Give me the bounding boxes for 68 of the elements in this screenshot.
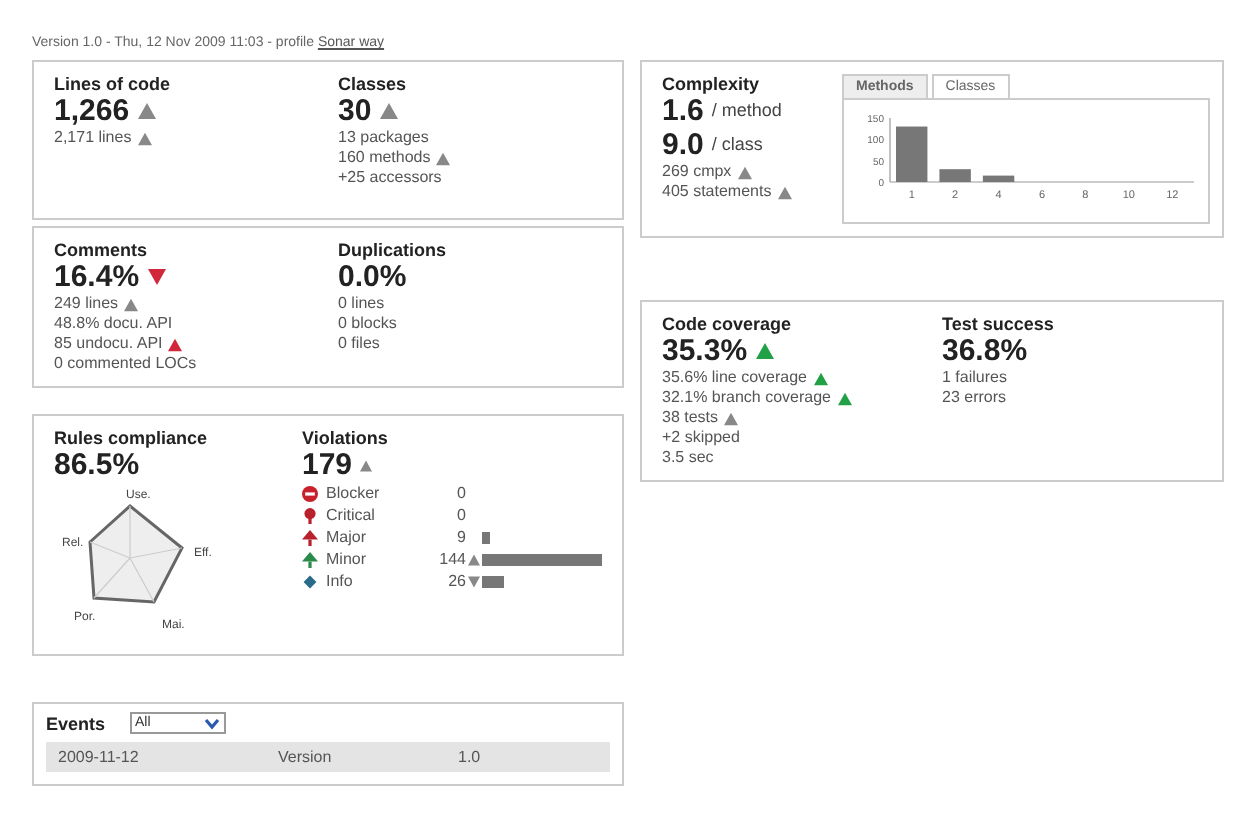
metric-title: Violations bbox=[302, 428, 390, 448]
violation-count: 9 bbox=[455, 528, 466, 546]
violation-bar bbox=[482, 531, 490, 543]
dropdown-caret-icon bbox=[203, 717, 220, 729]
minor-severity-icon bbox=[302, 551, 318, 567]
metric-value: 35.3% bbox=[662, 334, 748, 368]
violation-count: 0 bbox=[455, 506, 466, 524]
metric-title: Duplications bbox=[338, 240, 449, 260]
metric-detail: 35.6% line coverage bbox=[662, 368, 807, 388]
metric-value: 1.6 bbox=[662, 94, 704, 128]
violation-count: 0 bbox=[455, 484, 466, 502]
event-name: 1.0 bbox=[458, 748, 483, 766]
metric-detail: 3.5 sec bbox=[662, 448, 714, 468]
metric-detail: 0 files bbox=[338, 334, 380, 354]
metric-value: 36.8% bbox=[942, 334, 1028, 368]
metric-detail: 0 lines bbox=[338, 294, 385, 314]
metric-title: Rules compliance bbox=[54, 428, 210, 448]
metric-title: Test success bbox=[942, 314, 1056, 334]
metric-detail: 13 packages bbox=[338, 128, 429, 148]
blocker-severity-icon bbox=[302, 485, 318, 501]
violation-count: 144 bbox=[437, 550, 466, 568]
metric-value: 1,266 bbox=[54, 94, 130, 128]
metric-detail: 23 errors bbox=[942, 388, 1007, 408]
metric-detail: 0 commented LOCs bbox=[54, 354, 197, 374]
metric-detail: 38 tests bbox=[662, 408, 719, 428]
metric-unit: / method bbox=[711, 98, 782, 124]
metric-title: Code coverage bbox=[662, 314, 794, 334]
event-category: Version bbox=[278, 748, 334, 766]
chart-bar bbox=[939, 169, 971, 182]
major-severity-icon bbox=[302, 529, 318, 545]
metric-detail: +25 accessors bbox=[338, 168, 442, 188]
metric-title: Classes bbox=[338, 74, 409, 94]
metric-value: 86.5% bbox=[54, 448, 140, 482]
metric-detail: 85 undocu. API bbox=[54, 334, 163, 354]
event-date: 2009-11-12 bbox=[58, 748, 141, 766]
metric-detail: 160 methods bbox=[338, 148, 431, 168]
severity-label: Info bbox=[326, 572, 355, 590]
metric-title: Comments bbox=[54, 240, 150, 260]
violation-bar bbox=[482, 575, 504, 587]
events-title: Events bbox=[46, 713, 106, 733]
critical-severity-icon bbox=[302, 507, 318, 523]
metric-detail: 32.1% branch coverage bbox=[662, 388, 831, 408]
severity-label: Minor bbox=[326, 550, 369, 568]
metric-detail: 269 cmpx bbox=[662, 162, 732, 182]
metric-detail: +2 skipped bbox=[662, 428, 740, 448]
chart-bar bbox=[896, 126, 928, 182]
metric-detail: 0 blocks bbox=[338, 314, 397, 334]
severity-label: Major bbox=[326, 528, 369, 546]
severity-label: Blocker bbox=[326, 484, 382, 502]
metric-title: Complexity bbox=[662, 74, 762, 94]
radar-chart-drawing bbox=[88, 504, 184, 604]
metric-value: 9.0 bbox=[662, 128, 704, 162]
metric-value: 0.0% bbox=[338, 260, 407, 294]
metric-title: Lines of code bbox=[54, 74, 173, 94]
metric-unit: / class bbox=[711, 132, 763, 158]
metric-detail: 405 statements bbox=[662, 182, 772, 202]
metric-detail: 2,171 lines bbox=[54, 128, 132, 148]
severity-label: Critical bbox=[326, 506, 377, 524]
metric-value: 30 bbox=[338, 94, 372, 128]
metric-value: 179 bbox=[302, 448, 353, 482]
metric-detail: 48.8% docu. API bbox=[54, 314, 173, 334]
metric-detail: 249 lines bbox=[54, 294, 119, 314]
violation-count: 26 bbox=[446, 572, 466, 590]
violation-bar bbox=[482, 553, 602, 565]
info-severity-icon bbox=[302, 573, 318, 589]
metric-value: 16.4% bbox=[54, 260, 140, 294]
chart-bar bbox=[982, 175, 1015, 182]
metric-detail: 1 failures bbox=[942, 368, 1007, 388]
